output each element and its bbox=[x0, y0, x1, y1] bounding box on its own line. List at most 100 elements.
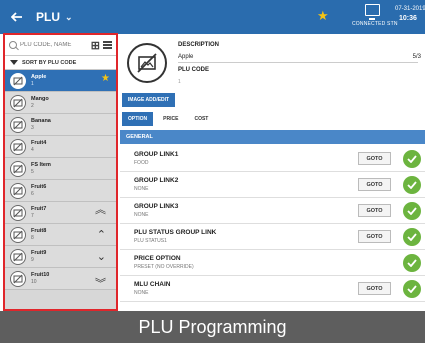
scroll-up-icon[interactable]: ⌃ bbox=[97, 228, 106, 241]
check-icon[interactable] bbox=[403, 228, 421, 246]
chevron-down-icon: ⌄ bbox=[65, 11, 73, 22]
item-image-icon bbox=[10, 160, 26, 177]
image-add-edit-button[interactable]: IMAGE ADD/EDIT bbox=[122, 93, 175, 107]
option-label: MLU CHAIN bbox=[134, 280, 171, 288]
item-image-icon bbox=[10, 204, 26, 221]
item-image-icon bbox=[10, 116, 26, 133]
option-label: GROUP LINK3 bbox=[134, 202, 179, 210]
option-row-group-link1[interactable]: GROUP LINK1 FOOD GOTO bbox=[120, 146, 425, 172]
menu-icon[interactable] bbox=[103, 40, 112, 51]
add-plu-icon[interactable]: ⊞ bbox=[91, 39, 100, 52]
item-name: Fruit7 bbox=[31, 205, 47, 212]
option-value: NONE bbox=[134, 185, 149, 192]
star-icon: ★ bbox=[101, 73, 110, 84]
option-row-plu-status-group-link[interactable]: PLU STATUS GROUP LINK PLU STATUS1 GOTO bbox=[120, 224, 425, 250]
plu-list-panel: ⊞ SORT BY PLU CODE Apple1 ★ Mango2 Banan… bbox=[3, 33, 118, 311]
item-code: 6 bbox=[31, 190, 34, 197]
caption-banner: PLU Programming bbox=[0, 311, 425, 343]
description-field[interactable]: Apple bbox=[178, 54, 418, 63]
filter-icon bbox=[10, 60, 18, 65]
list-item[interactable]: FS Item 5 bbox=[5, 158, 116, 180]
search-bar: ⊞ bbox=[5, 35, 116, 56]
plu-code-field[interactable]: 1 bbox=[178, 79, 181, 85]
goto-button[interactable]: GOTO bbox=[358, 178, 391, 191]
description-label: DESCRIPTION bbox=[178, 42, 220, 48]
item-code: 7 bbox=[31, 212, 34, 219]
check-icon[interactable] bbox=[403, 176, 421, 194]
item-name: FS Item bbox=[31, 161, 51, 168]
check-icon[interactable] bbox=[403, 254, 421, 272]
item-code: 2 bbox=[31, 102, 34, 109]
item-name: Banana bbox=[31, 117, 51, 124]
option-label: GROUP LINK1 bbox=[134, 150, 179, 158]
tab-option[interactable]: OPTION bbox=[122, 112, 154, 126]
plu-list: Apple 1 ★ Mango 2 Banana 3 Fruit4 4 FS Item 5… bbox=[5, 70, 116, 290]
item-name: Fruit8 bbox=[31, 227, 47, 234]
item-name: Fruit6 bbox=[31, 183, 47, 190]
option-value: FOOD bbox=[134, 159, 149, 166]
goto-button[interactable]: GOTO bbox=[358, 204, 391, 217]
clock: 07-31-2019 10:36 bbox=[395, 5, 425, 23]
monitor-icon bbox=[364, 4, 380, 20]
sort-label: SORT BY PLU CODE bbox=[22, 59, 77, 66]
screen-title-dropdown[interactable]: PLU ⌄ bbox=[36, 10, 73, 24]
back-arrow-icon bbox=[11, 12, 22, 22]
section-header-general: GENERAL bbox=[120, 130, 425, 144]
favorite-star-icon[interactable]: ★ bbox=[317, 9, 329, 23]
goto-button[interactable]: GOTO bbox=[358, 282, 391, 295]
option-row-mlu-chain[interactable]: MLU CHAIN NONE GOTO bbox=[120, 276, 425, 302]
clock-time: 10:36 bbox=[399, 15, 417, 22]
goto-button[interactable]: GOTO bbox=[358, 230, 391, 243]
item-image-icon bbox=[10, 94, 26, 111]
page-up-icon[interactable]: ︽ bbox=[95, 201, 106, 217]
option-label: PLU STATUS GROUP LINK bbox=[134, 228, 217, 236]
check-icon[interactable] bbox=[403, 202, 421, 220]
item-image-icon bbox=[10, 182, 26, 199]
list-item[interactable]: Fruit6 6 bbox=[5, 180, 116, 202]
plu-detail-panel: DESCRIPTION Apple 5/3 PLU CODE 1 IMAGE A… bbox=[120, 34, 425, 311]
tab-price[interactable]: PRICE bbox=[157, 112, 184, 126]
item-code: 10 bbox=[31, 278, 37, 285]
item-name: Fruit9 bbox=[31, 249, 47, 256]
option-row-price-option[interactable]: PRICE OPTION PRESET (NO OVERRIDE) bbox=[120, 250, 425, 276]
item-image-icon bbox=[10, 270, 26, 287]
item-name: Mango bbox=[31, 95, 49, 102]
item-name: Apple bbox=[31, 73, 47, 80]
option-row-group-link3[interactable]: GROUP LINK3 NONE GOTO bbox=[120, 198, 425, 224]
option-value: NONE bbox=[134, 211, 149, 218]
list-item[interactable]: Apple 1 ★ bbox=[5, 70, 116, 92]
screen-title: PLU bbox=[36, 10, 60, 24]
list-item[interactable]: Banana 3 bbox=[5, 114, 116, 136]
item-code: 9 bbox=[31, 256, 34, 263]
tab-bar: OPTION PRICE COST bbox=[122, 112, 214, 126]
page-down-icon[interactable]: ︾ bbox=[95, 275, 106, 291]
list-item[interactable]: Fruit4 4 bbox=[5, 136, 116, 158]
item-image-icon bbox=[10, 72, 26, 89]
search-input[interactable] bbox=[20, 42, 82, 48]
item-code: 1 bbox=[31, 80, 34, 87]
plu-image-placeholder-icon bbox=[127, 43, 167, 83]
scroll-down-icon[interactable]: ⌄ bbox=[97, 250, 106, 263]
option-list: GROUP LINK1 FOOD GOTO GROUP LINK2 NONE GOT… bbox=[120, 146, 425, 302]
item-code: 5 bbox=[31, 168, 34, 175]
check-icon[interactable] bbox=[403, 280, 421, 298]
tab-cost[interactable]: COST bbox=[188, 112, 214, 126]
item-code: 8 bbox=[31, 234, 34, 241]
option-row-group-link2[interactable]: GROUP LINK2 NONE GOTO bbox=[120, 172, 425, 198]
option-value: NONE bbox=[134, 289, 149, 296]
check-icon[interactable] bbox=[403, 150, 421, 168]
connection-status[interactable]: CONNECTED STN bbox=[352, 4, 398, 27]
option-value: PLU STATUS1 bbox=[134, 237, 167, 244]
item-image-icon bbox=[10, 248, 26, 265]
item-image-icon bbox=[10, 226, 26, 243]
list-item[interactable]: Mango 2 bbox=[5, 92, 116, 114]
sort-control[interactable]: SORT BY PLU CODE bbox=[5, 56, 116, 70]
plu-header: DESCRIPTION Apple 5/3 PLU CODE 1 bbox=[120, 34, 425, 92]
goto-button[interactable]: GOTO bbox=[358, 152, 391, 165]
item-code: 3 bbox=[31, 124, 34, 131]
option-label: PRICE OPTION bbox=[134, 254, 181, 262]
connection-label: CONNECTED STN bbox=[352, 21, 398, 27]
back-button[interactable] bbox=[0, 0, 34, 34]
clock-date: 07-31-2019 bbox=[395, 6, 425, 12]
item-code: 4 bbox=[31, 146, 34, 153]
